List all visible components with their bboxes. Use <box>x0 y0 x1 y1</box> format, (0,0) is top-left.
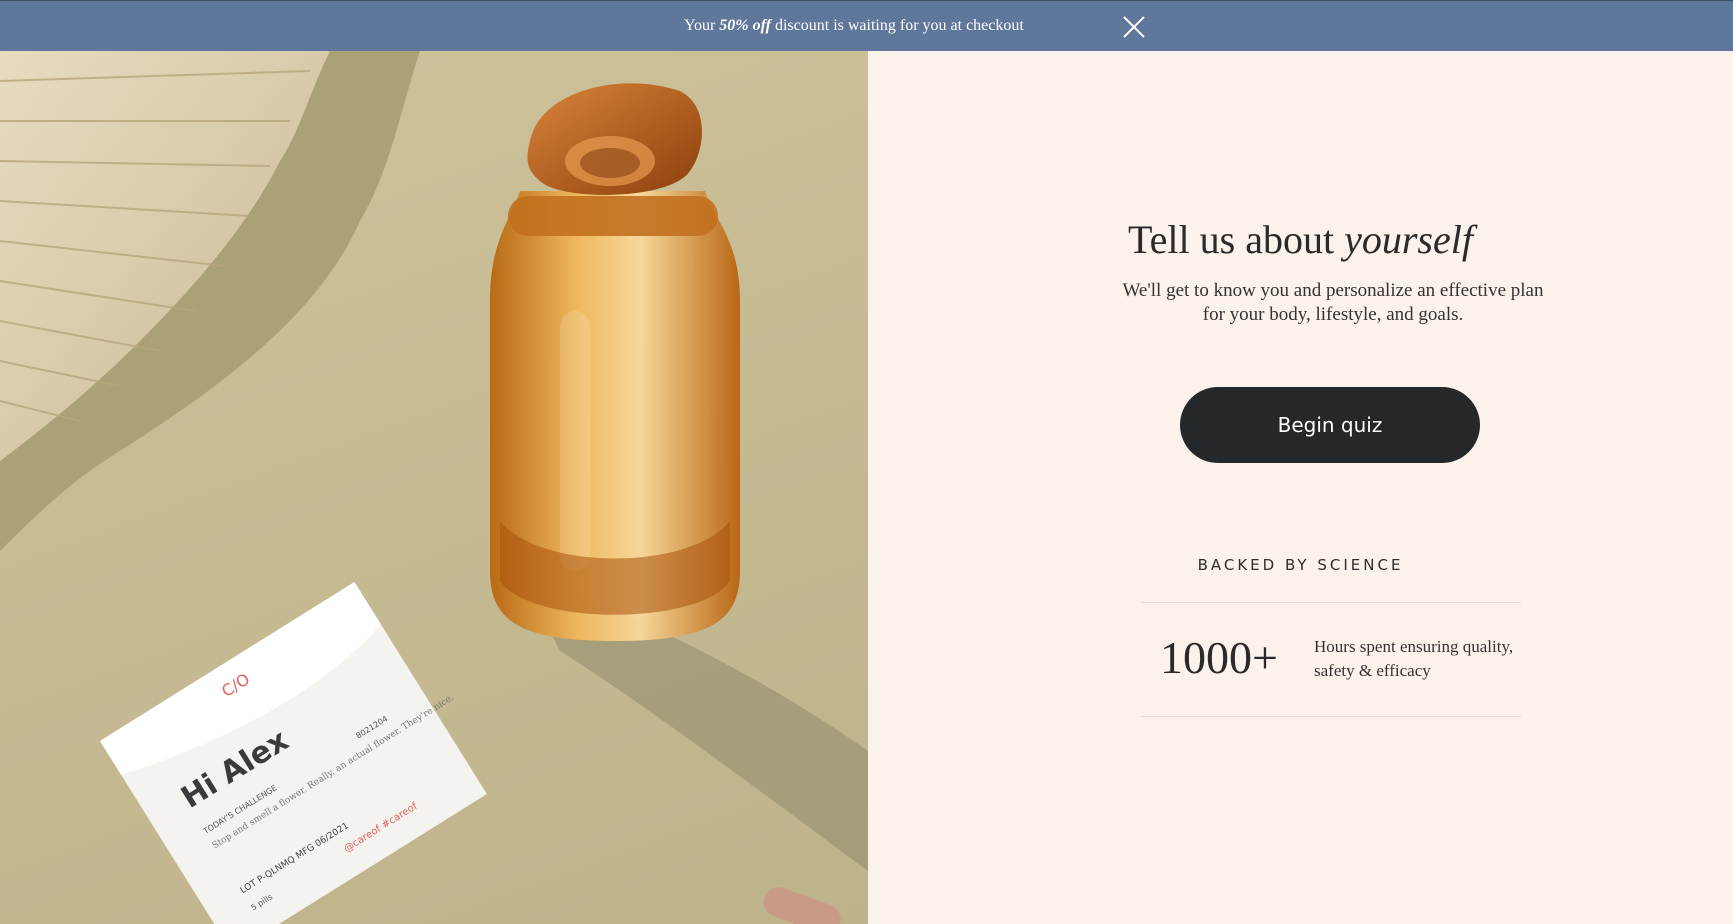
promo-prefix: Your <box>684 17 720 34</box>
quiz-intro-panel: Tell us about yourself We'll get to know… <box>868 51 1733 924</box>
glass-bottle-graphic <box>490 83 740 641</box>
promo-message: Your 50% off discount is waiting for you… <box>684 17 1024 35</box>
title-italic: yourself <box>1344 217 1473 262</box>
begin-quiz-button[interactable]: Begin quiz <box>1180 387 1480 463</box>
page-title: Tell us about yourself <box>868 216 1733 263</box>
stats-divider-top <box>1141 602 1521 603</box>
page-subtitle: We'll get to know you and personalize an… <box>1122 280 1544 325</box>
promo-banner: Your 50% off discount is waiting for you… <box>0 0 1733 51</box>
stat-description: Hours spent ensuring quality, safety & e… <box>1314 637 1514 680</box>
backed-by-science-label: BACKED BY SCIENCE <box>1197 556 1404 574</box>
title-plain: Tell us about <box>1128 217 1345 262</box>
promo-discount: 50% off <box>719 17 771 34</box>
close-icon[interactable] <box>1122 15 1146 39</box>
pill-packet-graphic: C/O Hi Alex TODAY'S CHALLENGE Stop and s… <box>100 582 487 924</box>
promo-suffix: discount is waiting for you at checkout <box>770 17 1024 34</box>
capsule-graphic <box>763 887 841 924</box>
stat-value: 1000+ <box>1160 632 1278 683</box>
hero-photo: C/O Hi Alex TODAY'S CHALLENGE Stop and s… <box>0 51 868 924</box>
stats-divider-bottom <box>1141 716 1521 717</box>
